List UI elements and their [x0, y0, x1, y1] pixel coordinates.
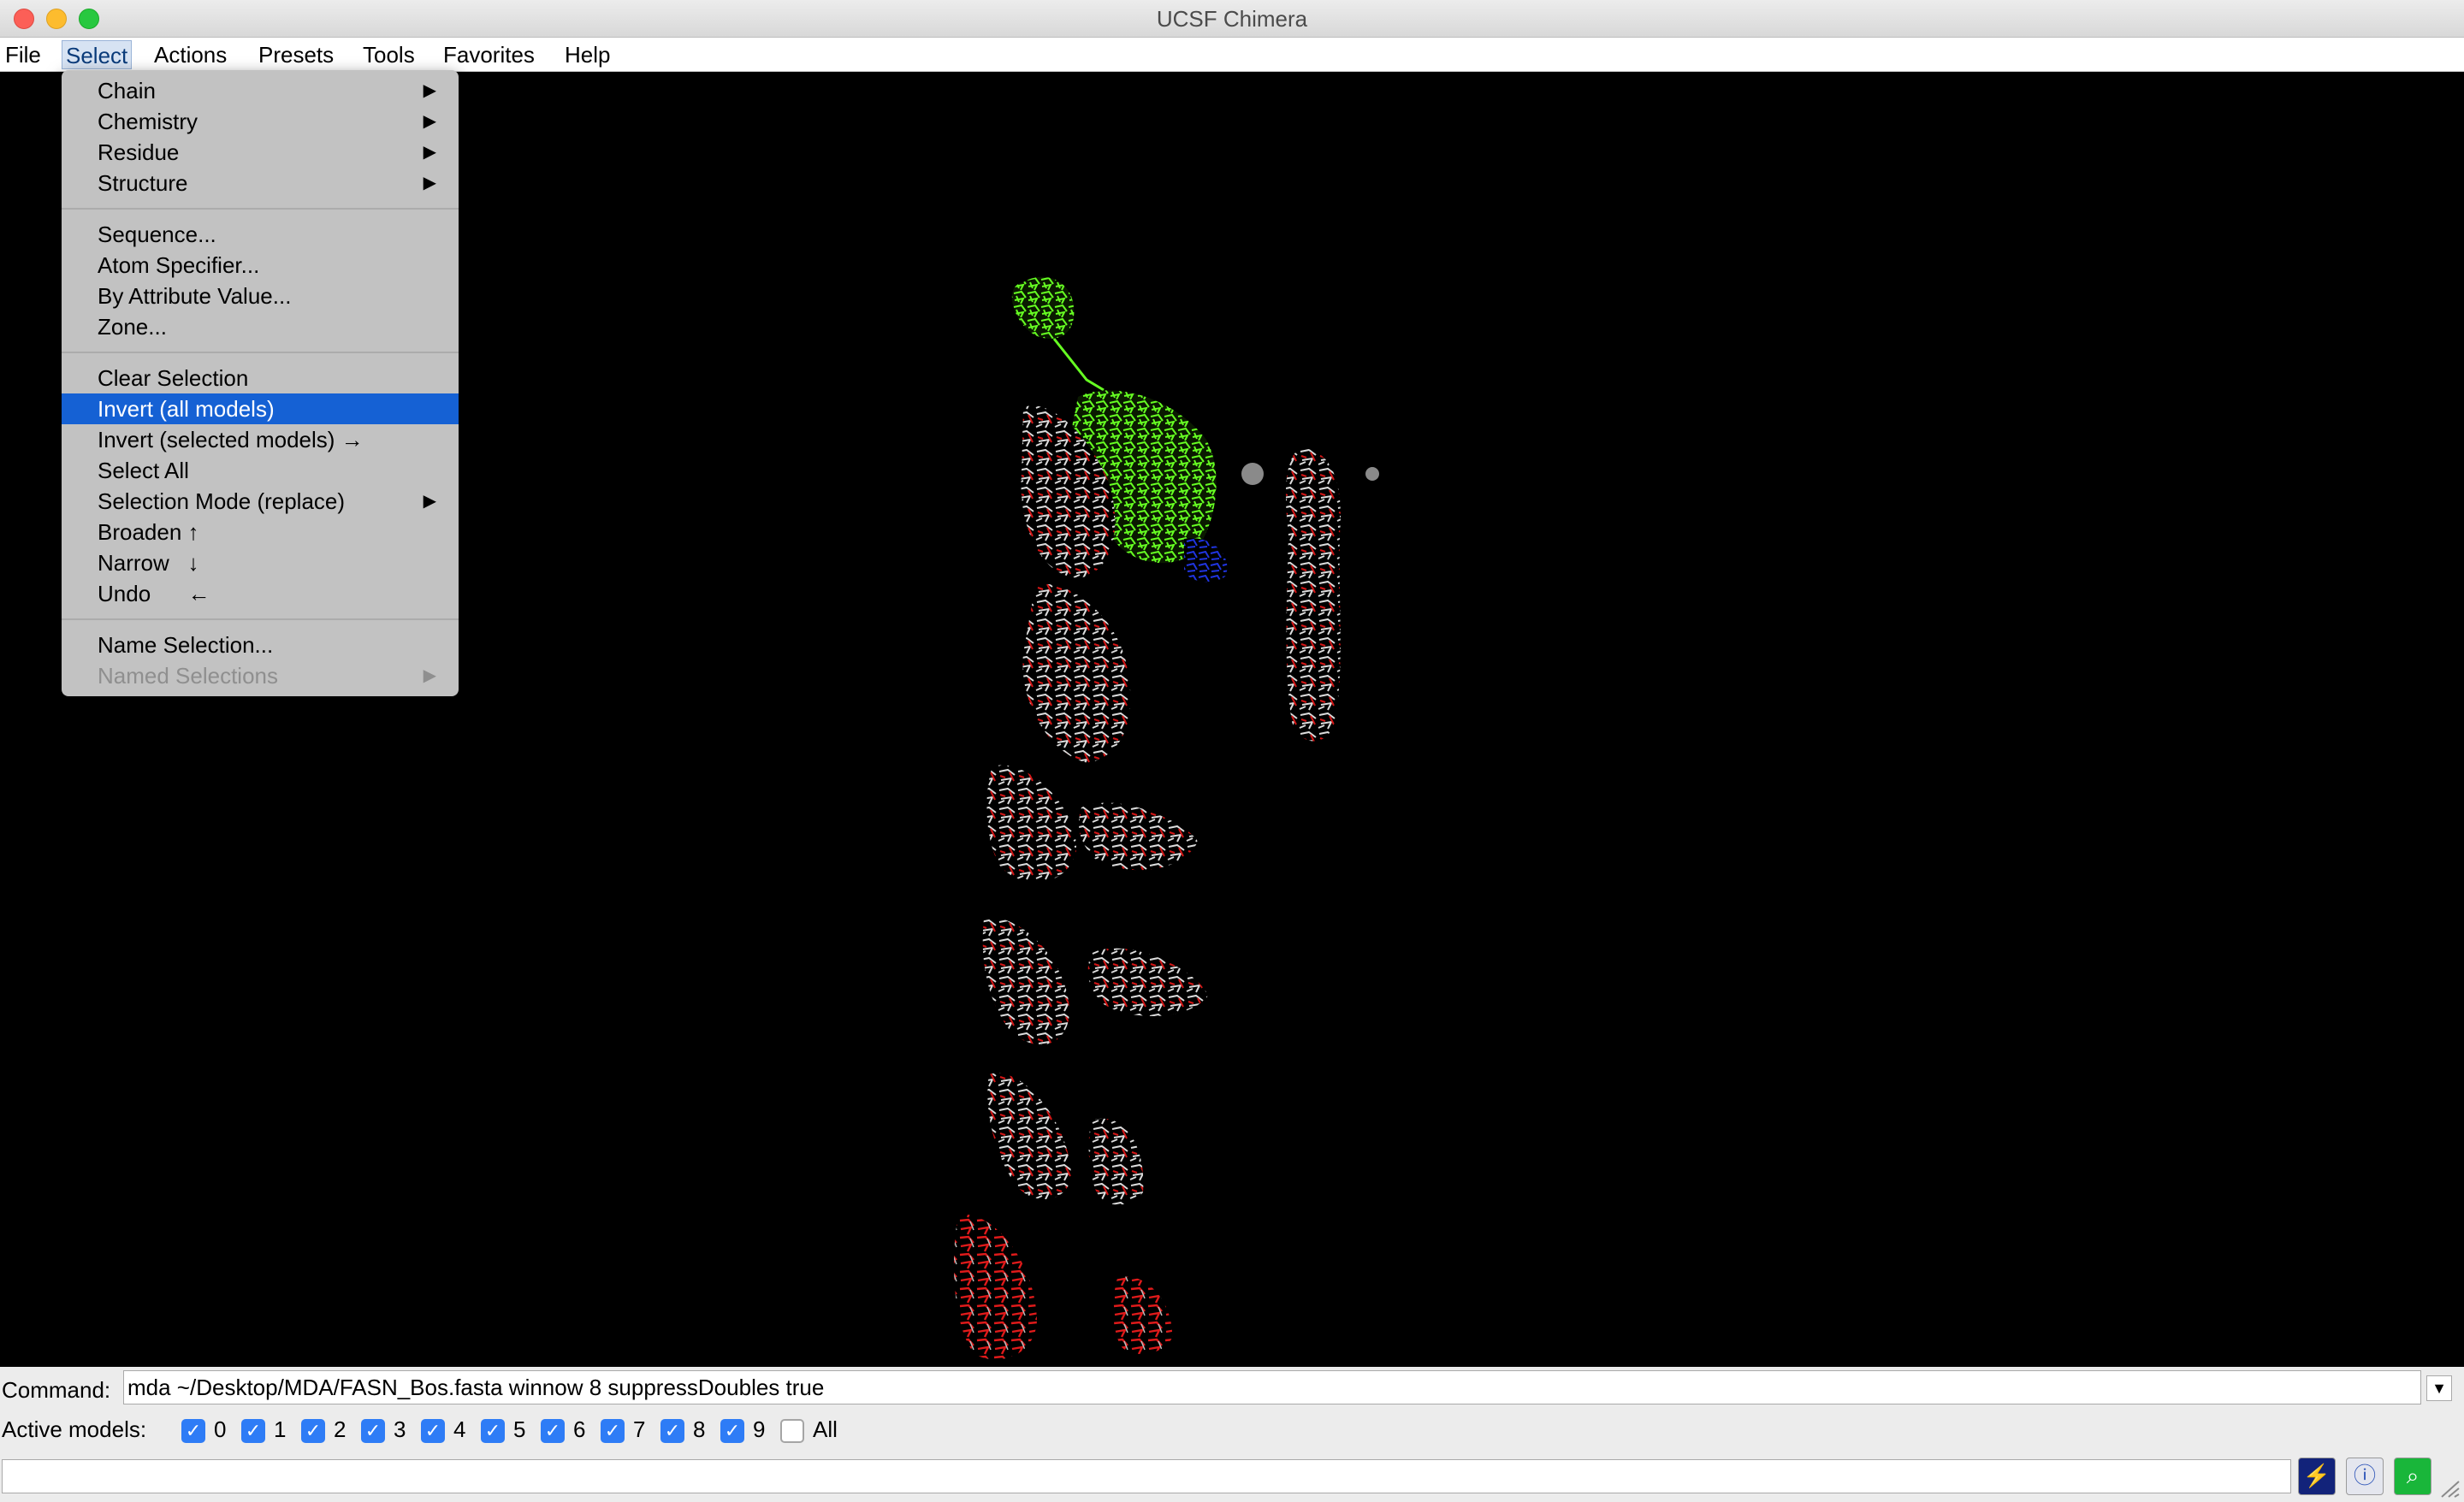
menu-item-invert-selected-models[interactable]: Invert (selected models) → [62, 424, 459, 455]
checkbox-icon: ✓ [181, 1419, 205, 1444]
menu-item-name-selection[interactable]: Name Selection... [62, 630, 459, 660]
menu-item-by-attribute-value[interactable]: By Attribute Value... [62, 281, 459, 311]
model-checkbox-4[interactable]: ✓ 4 [421, 1416, 465, 1444]
menu-item-named-selections: Named Selections ▶ [62, 660, 459, 691]
checkbox-icon: ✓ [361, 1419, 385, 1444]
structure-8 [987, 1073, 1071, 1200]
model-checkbox-all[interactable]: All [780, 1416, 838, 1444]
model-checkbox-5[interactable]: ✓ 5 [481, 1416, 525, 1444]
submenu-arrow-icon: ▶ [423, 174, 436, 192]
menu-item-selection-mode[interactable]: Selection Mode (replace) ▶ [62, 486, 459, 517]
menu-item-residue[interactable]: Residue ▶ [62, 137, 459, 168]
menu-item-broaden[interactable]: Broaden ↑ [62, 517, 459, 547]
menu-favorites[interactable]: Favorites [440, 40, 538, 69]
model-checkbox-8[interactable]: ✓ 8 [660, 1416, 705, 1444]
command-label: Command: [2, 1377, 111, 1403]
blue-model [1184, 538, 1228, 582]
submenu-arrow-icon: ▶ [423, 492, 436, 511]
menu-item-clear-selection[interactable]: Clear Selection [62, 363, 459, 393]
checkbox-icon: ✓ [481, 1419, 505, 1444]
menu-bar: File Select Actions Presets Tools Favori… [0, 38, 2464, 72]
checkbox-icon: ✓ [660, 1419, 684, 1444]
command-input[interactable]: mda ~/Desktop/MDA/FASN_Bos.fasta winnow … [123, 1370, 2421, 1404]
submenu-arrow-icon: ▶ [423, 666, 436, 685]
menu-help[interactable]: Help [561, 40, 613, 69]
checkbox-icon: ✓ [601, 1419, 625, 1444]
menu-item-atom-specifier[interactable]: Atom Specifier... [62, 250, 459, 281]
active-models-label: Active models: [2, 1416, 147, 1442]
checkbox-icon: ✓ [241, 1419, 265, 1444]
structure-5 [1079, 802, 1198, 871]
structure-6 [982, 917, 1069, 1045]
menu-item-invert-all-models[interactable]: Invert (all models) [62, 393, 459, 424]
structure-9 [1088, 1118, 1144, 1205]
submenu-arrow-icon: ▶ [423, 143, 436, 162]
bottom-panel: Command: mda ~/Desktop/MDA/FASN_Bos.fast… [0, 1367, 2464, 1502]
menu-presets[interactable]: Presets [255, 40, 337, 69]
lightning-icon[interactable]: ⚡ [2298, 1458, 2336, 1495]
checkbox-icon [780, 1419, 804, 1444]
select-menu-dropdown: Chain ▶ Chemistry ▶ Residue ▶ Structure ▶ Se… [62, 70, 459, 696]
menu-item-undo[interactable]: Undo ← [62, 578, 459, 609]
info-icon[interactable]: ⓘ [2346, 1458, 2384, 1495]
menu-item-zone[interactable]: Zone... [62, 311, 459, 342]
selected-model-green [1011, 276, 1075, 339]
menu-item-sequence[interactable]: Sequence... [62, 219, 459, 250]
checkbox-icon: ✓ [301, 1419, 325, 1444]
menu-file[interactable]: File [2, 40, 44, 69]
menu-separator [62, 342, 459, 363]
title-bar: UCSF Chimera [0, 0, 2464, 38]
submenu-arrow-icon: ▶ [423, 112, 436, 131]
command-history-dropdown[interactable]: ▼ [2426, 1375, 2452, 1401]
menu-separator [62, 609, 459, 630]
menu-select[interactable]: Select [62, 40, 133, 69]
ion-sphere [1365, 467, 1379, 481]
model-checkbox-9[interactable]: ✓ 9 [720, 1416, 765, 1444]
status-message-field [2, 1459, 2291, 1493]
model-checkbox-2[interactable]: ✓ 2 [301, 1416, 346, 1444]
menu-item-chemistry[interactable]: Chemistry ▶ [62, 106, 459, 137]
structure-11-red [1113, 1276, 1173, 1355]
model-checkbox-6[interactable]: ✓ 6 [541, 1416, 585, 1444]
structure-7 [1087, 948, 1208, 1016]
menu-item-select-all[interactable]: Select All [62, 455, 459, 486]
model-checkbox-0[interactable]: ✓ 0 [181, 1416, 226, 1444]
window-title: UCSF Chimera [1156, 6, 1308, 32]
find-icon[interactable]: ⌕ [2394, 1458, 2431, 1495]
menu-item-narrow[interactable]: Narrow ↓ [62, 547, 459, 578]
structure-10-red [953, 1214, 1037, 1360]
structure-4 [986, 765, 1077, 883]
checkbox-icon: ✓ [541, 1419, 565, 1444]
submenu-arrow-icon: ▶ [423, 81, 436, 100]
structure-3 [1285, 448, 1341, 742]
model-checkbox-7[interactable]: ✓ 7 [601, 1416, 645, 1444]
menu-tools[interactable]: Tools [359, 40, 418, 69]
checkbox-icon: ✓ [421, 1419, 445, 1444]
menu-item-structure[interactable]: Structure ▶ [62, 168, 459, 198]
checkbox-icon: ✓ [720, 1419, 744, 1444]
menu-actions[interactable]: Actions [151, 40, 230, 69]
menu-item-chain[interactable]: Chain ▶ [62, 75, 459, 106]
model-checkbox-1[interactable]: ✓ 1 [241, 1416, 286, 1444]
structure-2 [1022, 583, 1131, 763]
menu-separator [62, 198, 459, 219]
model-checkbox-3[interactable]: ✓ 3 [361, 1416, 406, 1444]
resize-grip-icon[interactable] [2438, 1478, 2461, 1499]
ion-sphere [1241, 463, 1264, 485]
